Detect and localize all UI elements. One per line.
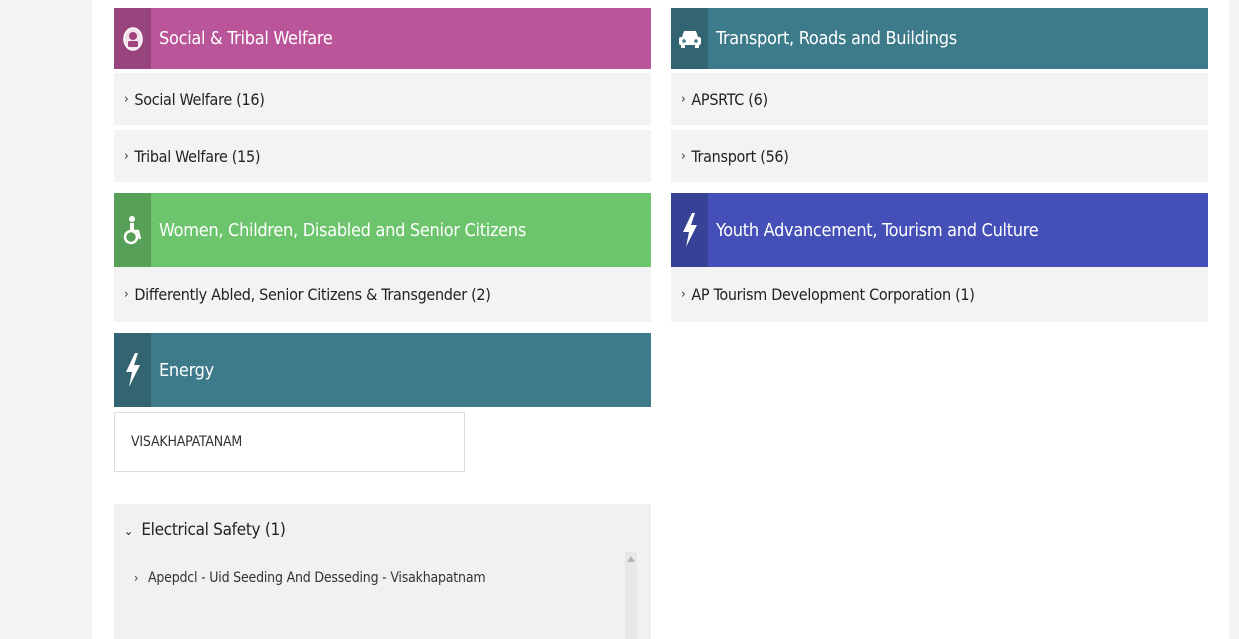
service-link[interactable]: › Apepdcl - Uid Seeding And Desseding - … [134, 570, 486, 586]
lightning-icon [114, 333, 151, 407]
list-item-ap-tourism[interactable]: › AP Tourism Development Corporation (1) [671, 267, 1208, 322]
item-label: Differently Abled, Senior Citizens & Tra… [134, 285, 491, 304]
lightning-icon [671, 193, 708, 267]
chevron-right-icon: › [681, 91, 686, 107]
electrical-safety-toggle[interactable]: ⌄ Electrical Safety (1) [124, 520, 286, 540]
wheelchair-icon [114, 193, 151, 267]
district-field[interactable]: VISAKHAPATANAM [114, 412, 465, 472]
chevron-right-icon: › [124, 148, 129, 164]
chevron-right-icon: › [681, 148, 686, 164]
category-title: Youth Advancement, Tourism and Culture [716, 219, 1039, 241]
category-youth-tourism[interactable]: Youth Advancement, Tourism and Culture [671, 193, 1208, 267]
chevron-right-icon: › [134, 571, 139, 585]
category-social-tribal-welfare[interactable]: Social & Tribal Welfare [114, 8, 651, 69]
chevron-right-icon: › [124, 287, 129, 302]
emblem-icon [114, 8, 151, 69]
chevron-right-icon: › [124, 91, 129, 107]
category-title: Energy [159, 359, 214, 381]
chevron-down-icon: ⌄ [124, 524, 133, 538]
category-transport-roads[interactable]: Transport, Roads and Buildings [671, 8, 1208, 69]
chevron-right-icon: › [681, 287, 686, 302]
category-title: Social & Tribal Welfare [159, 28, 333, 49]
car-icon [671, 8, 708, 69]
right-column: Transport, Roads and Buildings › APSRTC … [671, 8, 1208, 322]
subcategory-label: Electrical Safety (1) [141, 520, 286, 540]
category-title: Women, Children, Disabled and Senior Cit… [159, 219, 526, 241]
category-women-children[interactable]: Women, Children, Disabled and Senior Cit… [114, 193, 651, 267]
item-label: Social Welfare (16) [134, 89, 265, 109]
list-item-transport[interactable]: › Transport (56) [671, 130, 1208, 182]
list-item-tribal-welfare[interactable]: › Tribal Welfare (15) [114, 130, 651, 182]
item-label: APSRTC (6) [691, 89, 768, 109]
scrollbar[interactable] [625, 552, 637, 639]
list-item-differently-abled[interactable]: › Differently Abled, Senior Citizens & T… [114, 267, 651, 322]
list-item-social-welfare[interactable]: › Social Welfare (16) [114, 73, 651, 125]
service-label: Apepdcl - Uid Seeding And Desseding - Vi… [147, 570, 486, 586]
item-label: Tribal Welfare (15) [134, 146, 261, 166]
item-label: Transport (56) [691, 146, 789, 166]
scroll-up-arrow-icon[interactable] [627, 556, 635, 562]
electrical-safety-panel: ⌄ Electrical Safety (1) › Apepdcl - Uid … [114, 504, 651, 639]
category-energy[interactable]: Energy [114, 333, 651, 407]
left-column: Social & Tribal Welfare › Social Welfare… [114, 8, 651, 407]
category-title: Transport, Roads and Buildings [716, 28, 957, 49]
district-value: VISAKHAPATANAM [131, 434, 243, 450]
item-label: AP Tourism Development Corporation (1) [691, 285, 975, 304]
list-item-apsrtc[interactable]: › APSRTC (6) [671, 73, 1208, 125]
